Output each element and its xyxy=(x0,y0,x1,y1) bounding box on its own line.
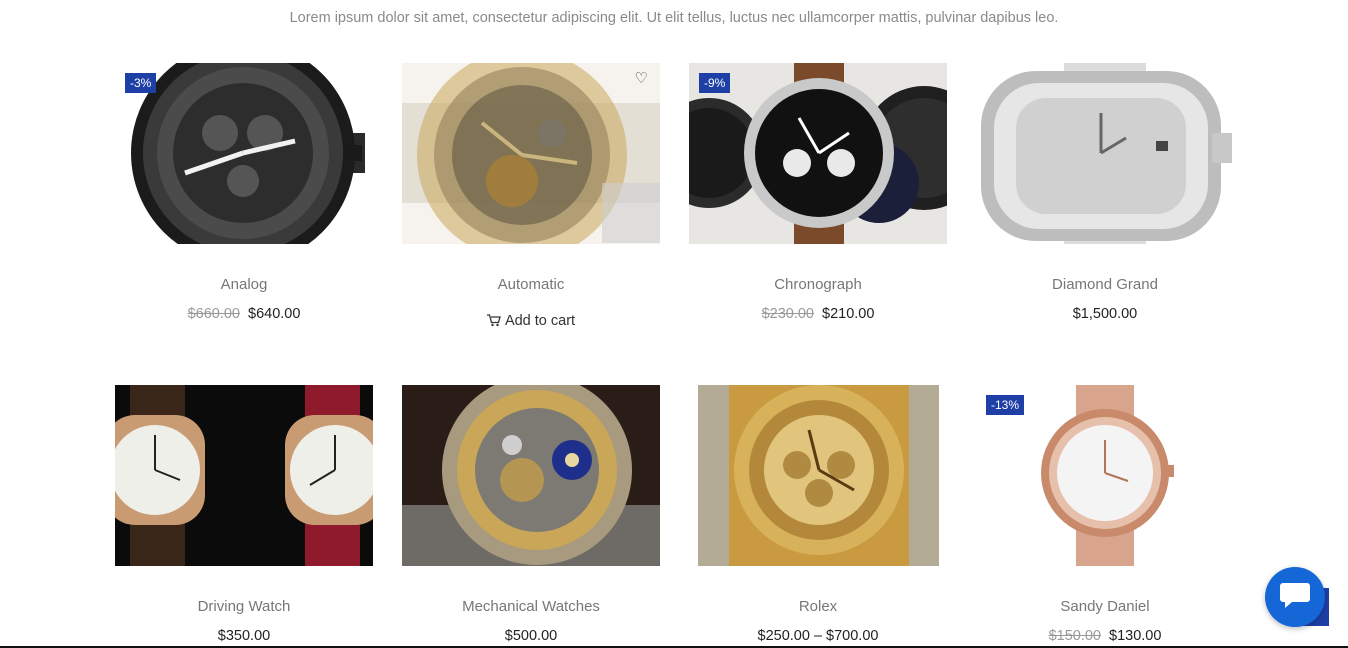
chat-bubble-icon xyxy=(1279,580,1311,615)
sale-price: $250.00 – $700.00 xyxy=(757,628,879,644)
product-card-driving-watch[interactable]: Driving Watch $350.00 xyxy=(115,385,373,644)
product-image-analog[interactable]: -3% xyxy=(115,63,373,244)
product-title[interactable]: Rolex xyxy=(689,598,947,615)
intro-text: Lorem ipsum dolor sit amet, consectetur … xyxy=(289,10,1059,26)
cart-icon xyxy=(486,314,501,331)
heart-icon[interactable]: ♡ xyxy=(635,69,648,87)
old-price: $230.00 xyxy=(761,306,814,322)
product-title[interactable]: Automatic xyxy=(402,276,660,293)
product-title[interactable]: Diamond Grand xyxy=(976,276,1234,293)
add-to-cart-label: Add to cart xyxy=(504,313,576,329)
product-image-driving-watch[interactable] xyxy=(115,385,373,566)
product-title[interactable]: Driving Watch xyxy=(115,598,373,615)
sale-price: $210.00 xyxy=(822,306,875,322)
product-price: $350.00 xyxy=(115,628,373,644)
product-title[interactable]: Sandy Daniel xyxy=(976,598,1234,615)
product-price: $150.00 $130.00 xyxy=(976,628,1234,644)
discount-badge: -3% xyxy=(125,73,157,94)
product-price: $500.00 xyxy=(402,628,660,644)
product-card-rolex[interactable]: Rolex $250.00 – $700.00 xyxy=(689,385,947,644)
product-title[interactable]: Chronograph xyxy=(689,276,947,293)
product-title[interactable]: Analog xyxy=(115,276,373,293)
product-image-chronograph[interactable]: -9% xyxy=(689,63,947,244)
product-card-diamond-grand[interactable]: Diamond Grand $1,500.00 xyxy=(976,63,1234,322)
product-price: $230.00 $210.00 xyxy=(689,306,947,322)
product-card-mechanical-watches[interactable]: Mechanical Watches $500.00 xyxy=(402,385,660,644)
product-image-automatic[interactable]: ♡ xyxy=(402,63,660,244)
product-image-diamond-grand[interactable] xyxy=(976,63,1234,244)
product-card-chronograph[interactable]: -9% Chronograph $230.00 $210.00 xyxy=(689,63,947,322)
add-to-cart-button[interactable]: Add to cart xyxy=(402,313,660,331)
old-price: $660.00 xyxy=(187,306,240,322)
old-price: $150.00 xyxy=(1048,628,1101,644)
product-card-analog[interactable]: -3% Analog $660.00 $640.00 xyxy=(115,63,373,322)
sale-price: $130.00 xyxy=(1109,628,1162,644)
product-card-sandy-daniel[interactable]: -13% Sandy Daniel $150.00 $130.00 xyxy=(976,385,1234,644)
product-price: $250.00 – $700.00 xyxy=(689,628,947,644)
sale-price: $350.00 xyxy=(217,628,271,644)
product-image-sandy-daniel[interactable]: -13% xyxy=(976,385,1234,566)
product-image-mechanical-watches[interactable] xyxy=(402,385,660,566)
product-image-rolex[interactable] xyxy=(689,385,947,566)
chat-widget-button[interactable] xyxy=(1265,567,1325,627)
discount-badge: -9% xyxy=(699,73,731,94)
sale-price: $1,500.00 xyxy=(1072,306,1138,322)
sale-price: $500.00 xyxy=(504,628,558,644)
product-card-automatic[interactable]: ♡ Automatic Add to cart xyxy=(402,63,660,331)
discount-badge: -13% xyxy=(986,395,1025,416)
product-price: $660.00 $640.00 xyxy=(115,306,373,322)
product-price: $1,500.00 xyxy=(976,306,1234,322)
sale-price: $640.00 xyxy=(248,306,301,322)
product-title[interactable]: Mechanical Watches xyxy=(402,598,660,615)
